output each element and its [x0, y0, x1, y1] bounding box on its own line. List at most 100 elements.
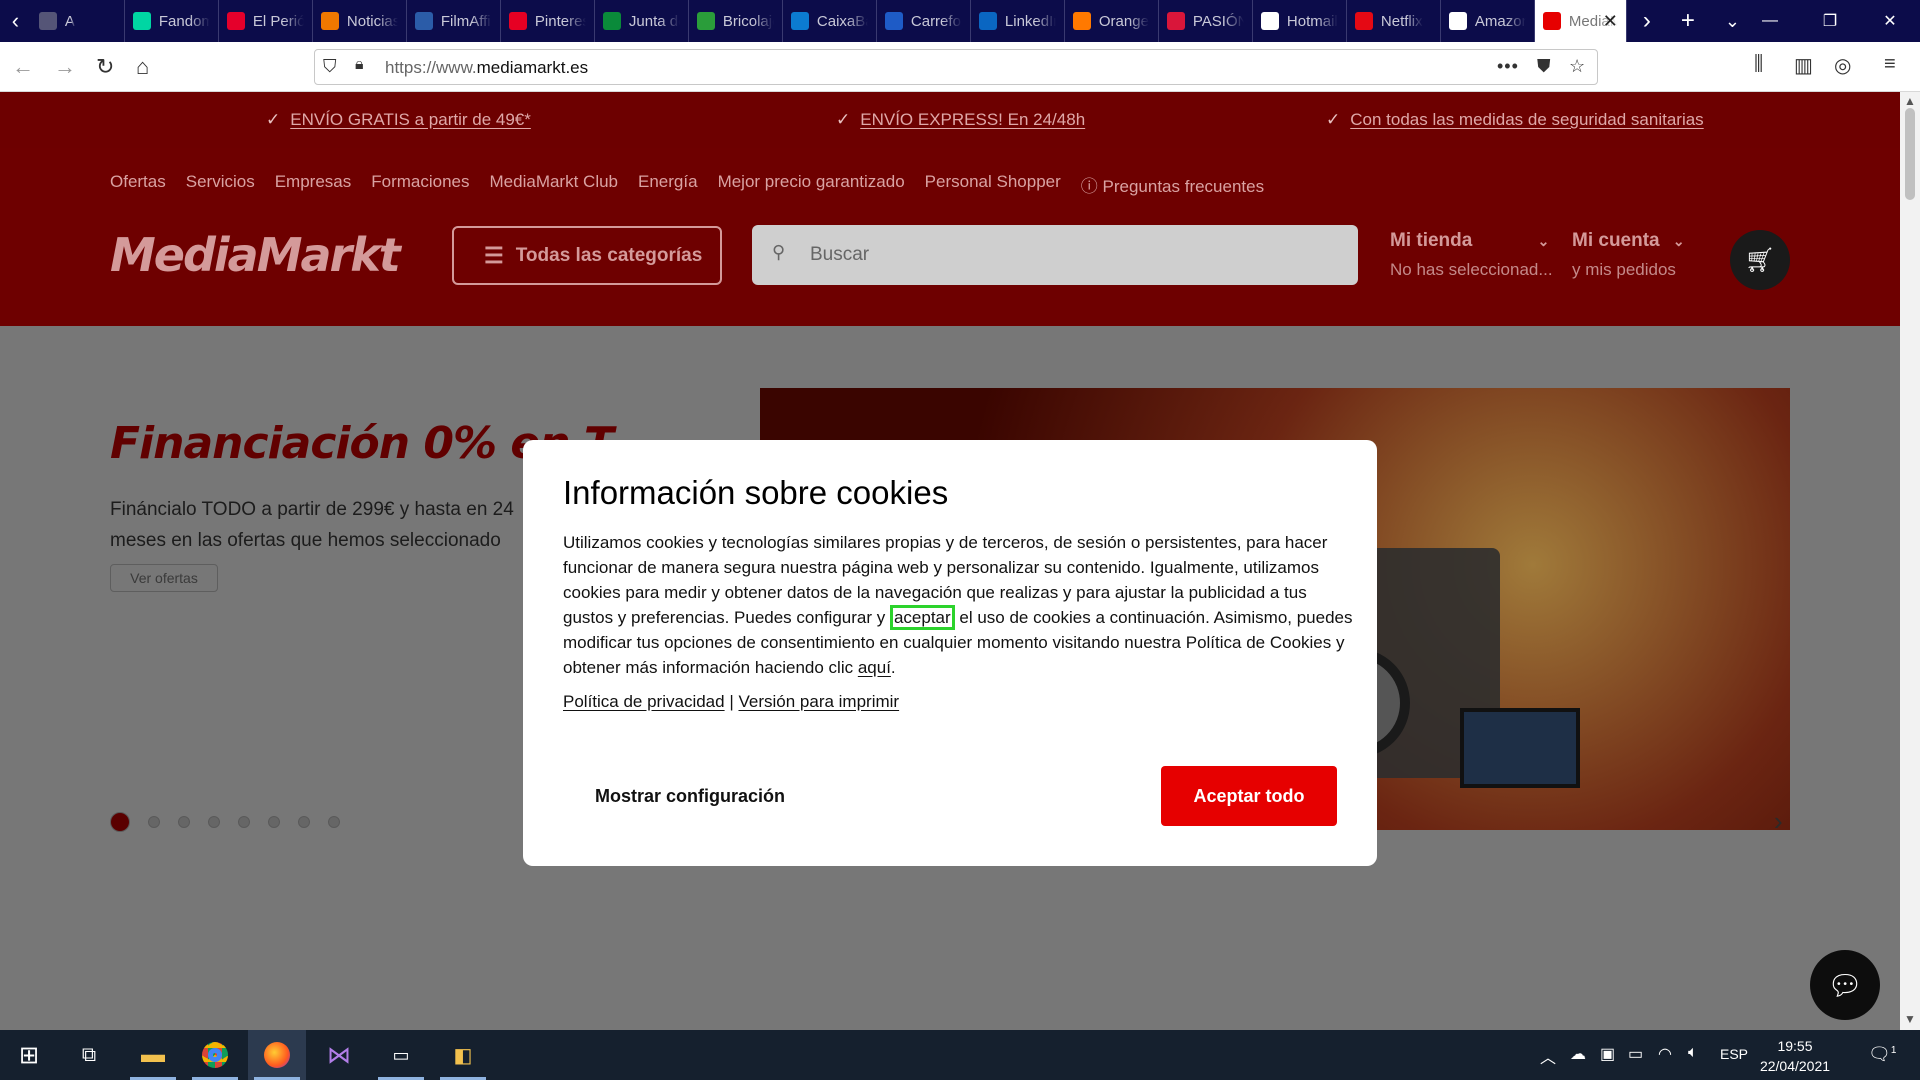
page-scrollbar[interactable]: ▲ ▼ — [1900, 92, 1920, 1030]
slider-dot[interactable] — [328, 816, 340, 828]
nav-preguntas-frecuentes[interactable]: ⓘ Preguntas frecuentes — [1081, 172, 1264, 197]
browser-tab[interactable]: Junta de Andalucía — [595, 0, 689, 42]
promo-express-shipping[interactable]: ✓ ENVÍO EXPRESS! En 24/48h — [836, 110, 1085, 130]
browser-tab[interactable]: A — [31, 0, 125, 42]
print-version-link[interactable]: Versión para imprimir — [738, 692, 899, 711]
lock-icon[interactable]: 🔒︎ — [355, 56, 364, 74]
nav-ofertas[interactable]: Ofertas — [110, 172, 166, 197]
browser-tab[interactable]: Amazon — [1441, 0, 1535, 42]
promo-free-shipping[interactable]: ✓ ENVÍO GRATIS a partir de 49€* — [266, 110, 531, 130]
notifications-icon[interactable]: 🗨︎1 — [1868, 1044, 1896, 1065]
minimize-icon[interactable]: — — [1740, 12, 1800, 30]
scroll-tabs-left-icon[interactable]: ‹ — [0, 0, 31, 42]
device-icon[interactable]: ▣ — [1600, 1044, 1615, 1064]
language-indicator[interactable]: ESP — [1720, 1046, 1748, 1062]
task-view-icon[interactable]: ⧉ — [60, 1030, 118, 1080]
reload-icon[interactable]: ↻ — [96, 54, 114, 80]
nav-personal-shopper[interactable]: Personal Shopper — [925, 172, 1061, 197]
account-icon[interactable]: ◎ — [1834, 53, 1851, 78]
forward-icon[interactable]: → — [54, 54, 76, 80]
browser-tab[interactable]: FilmAffinity — [407, 0, 501, 42]
cookie-modal-title: Información sobre cookies — [563, 474, 949, 511]
page-actions-icon[interactable]: ••• — [1497, 56, 1519, 77]
browser-tab[interactable]: MediaMarkt✕ — [1534, 0, 1627, 42]
back-icon[interactable]: ← — [12, 54, 34, 80]
browser-tab[interactable]: El Periódico — [219, 0, 313, 42]
slider-dot[interactable] — [268, 816, 280, 828]
clock[interactable]: 19:55 22/04/2021 — [1752, 1036, 1838, 1076]
nav-servicios[interactable]: Servicios — [186, 172, 255, 197]
tab-title: LinkedIn — [1004, 12, 1056, 30]
scroll-up-icon[interactable]: ▲ — [1904, 94, 1916, 108]
top-nav: Ofertas Servicios Empresas Formaciones M… — [110, 172, 1264, 197]
slider-next-icon[interactable]: › — [1774, 806, 1783, 837]
terminal-icon[interactable]: ▭ — [372, 1030, 430, 1080]
scrollbar-thumb[interactable] — [1905, 108, 1915, 200]
promo-safety-measures[interactable]: ✓ Con todas las medidas de seguridad sani… — [1326, 110, 1704, 130]
slider-dot[interactable] — [178, 816, 190, 828]
accept-inline-link[interactable]: aceptar — [889, 605, 955, 630]
bookmark-star-icon[interactable]: ☆ — [1569, 56, 1585, 77]
browser-tab[interactable]: Orange — [1065, 0, 1159, 42]
wifi-icon[interactable]: ◠ — [1658, 1044, 1672, 1064]
restore-icon[interactable]: ❐ — [1800, 11, 1860, 31]
firefox-icon[interactable] — [248, 1030, 306, 1080]
browser-tab[interactable]: LinkedIn — [971, 0, 1065, 42]
show-hidden-icons-icon[interactable]: ︿ — [1540, 1044, 1556, 1068]
onedrive-icon[interactable]: ☁ — [1570, 1044, 1586, 1064]
battery-icon[interactable]: ▭ — [1628, 1044, 1643, 1064]
home-icon[interactable]: ⌂ — [136, 54, 149, 80]
address-bar[interactable]: ⛉ 🔒︎ https://www.mediamarkt.es ••• ⛊ ☆ — [314, 49, 1598, 85]
nav-mediamarkt-club[interactable]: MediaMarkt Club — [490, 172, 619, 197]
volume-icon[interactable]: 🔈︎ — [1688, 1044, 1698, 1062]
scroll-down-icon[interactable]: ▼ — [1904, 1012, 1916, 1026]
site-header: Ofertas Servicios Empresas Formaciones M… — [0, 148, 1900, 326]
nav-empresas[interactable]: Empresas — [275, 172, 352, 197]
browser-tab[interactable]: Netflix — [1347, 0, 1441, 42]
python-icon[interactable]: ◧ — [434, 1030, 492, 1080]
browser-tab[interactable]: Fandom — [125, 0, 219, 42]
visual-studio-icon[interactable]: ⋈ — [310, 1030, 368, 1080]
browser-tab[interactable]: PASIÓN — [1159, 0, 1253, 42]
see-offers-button[interactable]: Ver ofertas — [110, 564, 218, 592]
sidebar-icon[interactable]: ▥ — [1794, 53, 1813, 78]
show-configuration-button[interactable]: Mostrar configuración — [595, 786, 785, 807]
slider-dot[interactable] — [148, 816, 160, 828]
more-info-link[interactable]: aquí — [858, 658, 891, 677]
pocket-icon[interactable]: ⛊ — [1537, 56, 1551, 77]
nav-energia[interactable]: Energía — [638, 172, 698, 197]
my-store-link[interactable]: Mi tienda ⌄ No has seleccionad... — [1390, 230, 1553, 280]
accept-all-button[interactable]: Aceptar todo — [1161, 766, 1337, 826]
chrome-icon[interactable] — [186, 1030, 244, 1080]
nav-mejor-precio[interactable]: Mejor precio garantizado — [718, 172, 905, 197]
windows-start-icon[interactable]: ⊞ — [0, 1030, 58, 1080]
slider-dot[interactable] — [298, 816, 310, 828]
chat-icon[interactable]: 💬︎ — [1810, 950, 1880, 1020]
privacy-policy-link[interactable]: Política de privacidad — [563, 692, 725, 711]
browser-tab[interactable]: Bricolaje — [689, 0, 783, 42]
close-tab-icon[interactable]: ✕ — [1603, 11, 1618, 32]
menu-icon[interactable]: ≡ — [1884, 53, 1896, 76]
tab-title: Bricolaje — [722, 12, 774, 30]
browser-tab[interactable]: Pinterest — [501, 0, 595, 42]
cart-icon[interactable]: 🛒︎ — [1730, 230, 1790, 290]
scroll-tabs-right-icon[interactable]: › — [1643, 7, 1651, 35]
browser-tab[interactable]: Noticias — [313, 0, 407, 42]
browser-tab[interactable]: Carrefour — [877, 0, 971, 42]
list-all-tabs-icon[interactable]: ⌄ — [1725, 11, 1740, 32]
nav-formaciones[interactable]: Formaciones — [371, 172, 469, 197]
slider-dot[interactable] — [208, 816, 220, 828]
all-categories-button[interactable]: ☰ Todas las categorías — [452, 226, 722, 285]
mediamarkt-logo[interactable]: MediaMarkt — [110, 228, 401, 282]
browser-tab[interactable]: CaixaBank — [783, 0, 877, 42]
tracking-shield-icon[interactable]: ⛉ — [323, 56, 337, 77]
file-explorer-icon[interactable]: ▬ — [124, 1030, 182, 1080]
library-icon[interactable]: ⫼ — [1754, 53, 1763, 76]
search-input[interactable]: ⚲ Buscar — [752, 225, 1358, 285]
my-account-link[interactable]: Mi cuenta ⌄ y mis pedidos — [1572, 230, 1685, 280]
slider-dot[interactable] — [110, 812, 130, 832]
close-window-icon[interactable]: ✕ — [1860, 11, 1920, 31]
slider-dot[interactable] — [238, 816, 250, 828]
new-tab-icon[interactable]: + — [1681, 7, 1695, 35]
browser-tab[interactable]: Hotmail — [1253, 0, 1347, 42]
